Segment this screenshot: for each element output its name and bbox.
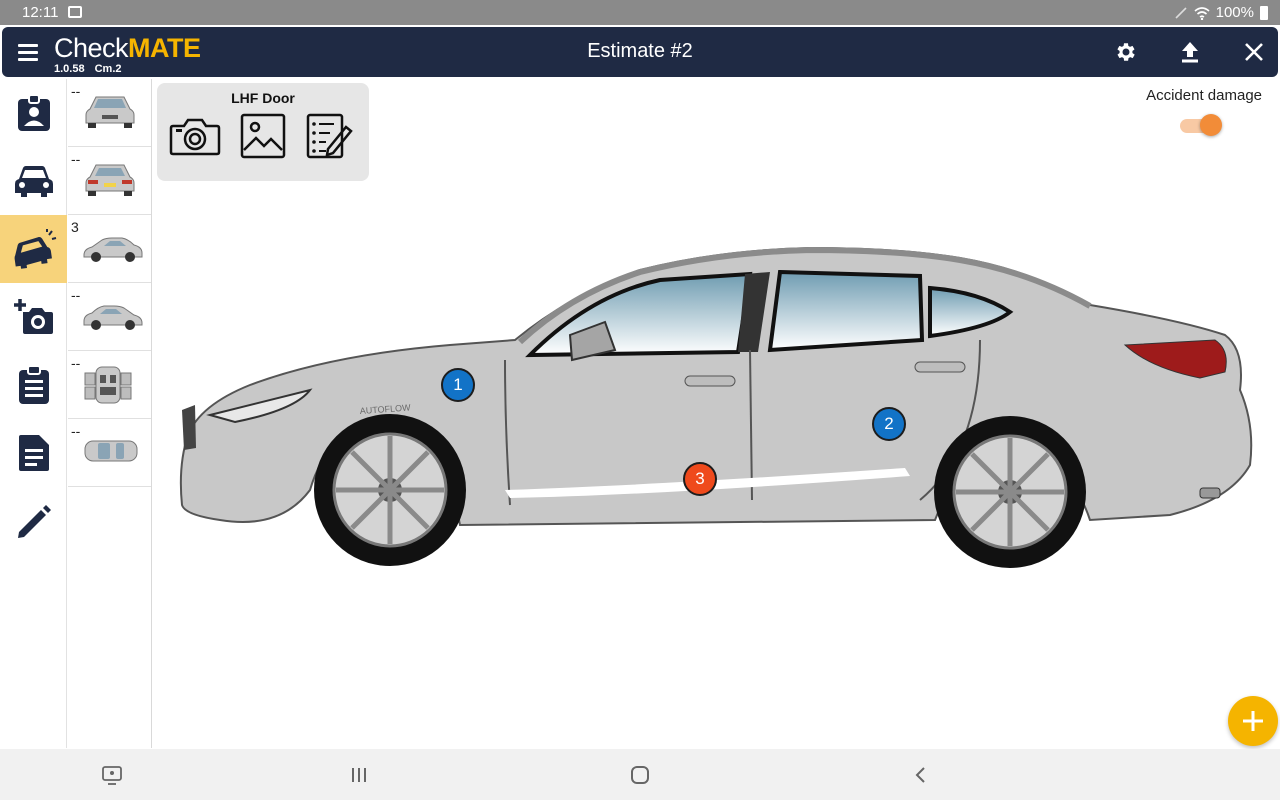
clipboard-list-icon (18, 365, 49, 404)
recent-apps-button[interactable] (347, 763, 371, 787)
car-left-side-icon (83, 237, 143, 262)
upload-button[interactable] (1175, 37, 1205, 67)
panel-title: LHF Door (231, 90, 295, 106)
thumbnail-interior[interactable]: -- (68, 351, 151, 419)
screen-mirror-button[interactable] (100, 763, 124, 787)
part-actions-panel: LHF Door (157, 83, 369, 181)
contact-badge-icon (17, 94, 50, 131)
recent-apps-icon (352, 768, 366, 782)
checklist-edit-icon (306, 113, 353, 159)
status-icons: 100% (1174, 4, 1268, 21)
accident-damage-switch[interactable] (1200, 114, 1222, 136)
damage-marker-1[interactable]: 1 (441, 368, 475, 402)
notes-button[interactable] (302, 111, 356, 161)
upload-icon (1182, 42, 1198, 63)
car-interior-icon (84, 366, 132, 404)
thumbnail-count: -- (71, 423, 81, 439)
gallery-button[interactable] (236, 111, 290, 161)
rail-item-vehicle[interactable] (0, 147, 67, 215)
thumbnail-count: 3 (71, 219, 79, 235)
thumbnail-count: -- (71, 151, 81, 167)
no-pen-icon (1175, 6, 1187, 19)
battery-icon (1260, 5, 1268, 20)
thumbnail-count: -- (71, 355, 81, 371)
version-number: 1.0.58 (54, 63, 85, 75)
damage-marker-label: 3 (695, 469, 705, 488)
close-icon (1245, 43, 1263, 61)
rail-item-checklist[interactable] (0, 351, 67, 419)
thumbnail-left-side[interactable]: 3 (68, 215, 151, 283)
view-thumbnail-list: -- -- 3 -- -- -- (68, 79, 152, 748)
accident-damage-label: Accident damage (1146, 87, 1262, 104)
clock: 12:11 (22, 4, 59, 21)
car-front-view-icon (85, 96, 135, 128)
system-status-bar: 12:11 100% (0, 0, 1280, 25)
camera-icon (169, 118, 221, 156)
battery-percent: 100% (1215, 4, 1254, 21)
version-info: 1.0.58 Cm.2 (54, 63, 122, 75)
close-button[interactable] (1239, 37, 1269, 67)
add-photo-icon (13, 299, 53, 334)
take-photo-button[interactable] (168, 111, 222, 161)
settings-button[interactable] (1111, 37, 1141, 67)
damage-marker-2[interactable]: 2 (872, 407, 906, 441)
rail-item-add-photo[interactable] (0, 283, 67, 351)
thumbnail-rear[interactable]: -- (68, 147, 151, 215)
system-navigation-bar (0, 749, 1280, 800)
home-button[interactable] (628, 763, 652, 787)
back-button[interactable] (909, 763, 933, 787)
rail-item-damage[interactable] (0, 215, 67, 283)
screen-mirror-icon (102, 766, 122, 785)
car-right-side-icon (83, 305, 143, 330)
damage-marker-3[interactable]: 3 (683, 462, 717, 496)
thumbnail-count: -- (71, 287, 81, 303)
rail-item-document[interactable] (0, 419, 67, 487)
thumbnail-right-side[interactable]: -- (68, 283, 151, 351)
car-damage-icon (14, 229, 56, 269)
document-icon (18, 435, 49, 471)
image-gallery-icon (240, 113, 286, 159)
page-title: Estimate #2 (587, 40, 693, 62)
plus-icon (1243, 711, 1263, 731)
build-code: Cm.2 (94, 63, 122, 75)
home-icon (631, 766, 649, 784)
car-side-illustration: AUTOFLOW (179, 246, 1253, 568)
pencil-icon (17, 505, 51, 538)
car-front-icon (14, 166, 53, 197)
damage-marker-label: 1 (453, 375, 463, 394)
rail-item-customer[interactable] (0, 79, 67, 147)
accident-damage-toggle-group: Accident damage (1110, 84, 1276, 144)
app-bar: CheckMATE 1.0.58 Cm.2 Estimate #2 (2, 27, 1278, 77)
image-notification-icon (68, 6, 82, 18)
rail-item-edit[interactable] (0, 487, 67, 555)
wifi-icon (1194, 6, 1210, 20)
thumbnail-count: -- (71, 83, 81, 99)
back-chevron-icon (915, 767, 925, 783)
left-nav-rail (0, 79, 67, 748)
thumbnail-front[interactable]: -- (68, 79, 151, 147)
damage-marker-label: 2 (884, 414, 894, 433)
add-damage-button[interactable] (1228, 696, 1278, 746)
thumbnail-top[interactable]: -- (68, 419, 151, 487)
car-rear-view-icon (85, 164, 135, 196)
gear-icon (1117, 43, 1135, 61)
vehicle-damage-diagram[interactable]: AUTOFLOW 1 2 3 (160, 200, 1270, 600)
car-top-view-icon (84, 440, 138, 462)
